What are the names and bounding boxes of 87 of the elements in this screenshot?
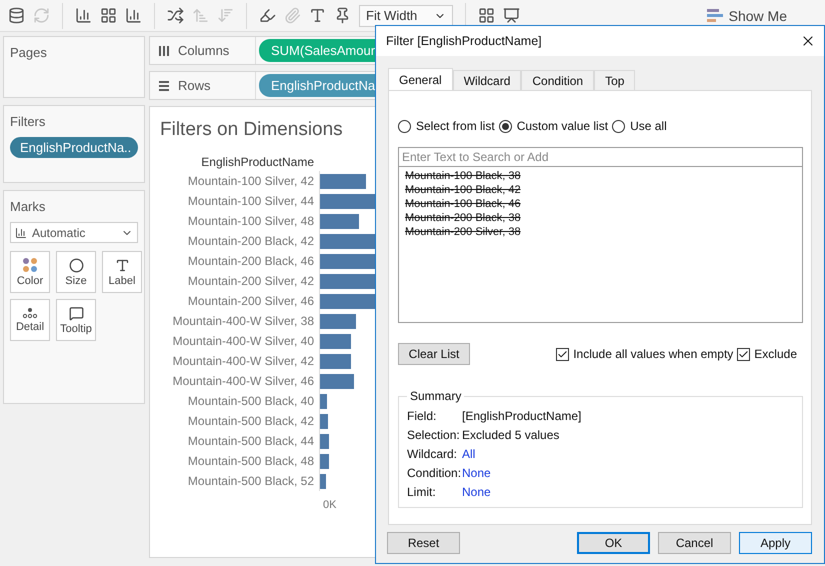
dialog-button[interactable]: OK xyxy=(577,532,650,554)
card-title: Filters xyxy=(10,114,46,129)
radio-button[interactable] xyxy=(498,120,512,132)
row-label: Mountain-100 Silver, 44 xyxy=(186,193,314,210)
dialog-button[interactable]: Cancel xyxy=(658,532,731,554)
row-label: Mountain-400-W Silver, 38 xyxy=(172,313,314,330)
dialog-title: Filter [EnglishProductName] xyxy=(386,34,542,48)
clear-list-button[interactable]: Clear List xyxy=(398,343,470,365)
dots-icon xyxy=(22,307,38,319)
list-item[interactable]: Mountain-200 Silver, 38 xyxy=(405,225,521,239)
row-label: Mountain-200 Silver, 46 xyxy=(186,293,314,310)
column-header: EnglishProductName xyxy=(200,155,314,171)
shelf-label: Columns xyxy=(150,37,256,64)
fit-dropdown[interactable]: Fit Width xyxy=(359,4,453,26)
row-label: Mountain-500 Black, 40 xyxy=(186,393,314,410)
list-item[interactable]: Mountain-200 Black, 38 xyxy=(405,211,521,225)
summary-label: Field: xyxy=(407,409,438,423)
mark-type-dropdown[interactable]: Automatic xyxy=(10,222,138,243)
summary-label: Selection: xyxy=(407,428,461,442)
card-title: Pages xyxy=(10,45,48,60)
card-title: Marks xyxy=(10,199,46,214)
checkbox[interactable] xyxy=(737,348,750,360)
columns-icon xyxy=(158,44,170,56)
mark-button[interactable]: Label xyxy=(102,251,142,293)
checkbox-label: Exclude xyxy=(754,347,797,361)
checkbox[interactable] xyxy=(556,348,570,360)
checkbox-label: Include all values when empty xyxy=(573,347,734,361)
tab[interactable]: Wildcard xyxy=(452,70,522,90)
bar-chart-icon xyxy=(15,226,27,238)
tab[interactable]: General xyxy=(388,68,453,90)
list-item[interactable]: Mountain-100 Black, 42 xyxy=(405,183,521,197)
mark-button[interactable]: Size xyxy=(56,251,96,293)
rows-icon xyxy=(158,80,170,92)
mark-button[interactable]: Color xyxy=(10,251,50,293)
paperclip-icon[interactable] xyxy=(284,7,301,24)
axis-tick: 0K xyxy=(323,499,336,511)
search-field[interactable]: Enter Text to Search or Add xyxy=(398,147,803,167)
summary-link[interactable]: None xyxy=(462,485,491,499)
presentation-icon[interactable] xyxy=(503,7,520,24)
highlighter-icon[interactable] xyxy=(259,7,276,24)
text-icon xyxy=(114,258,130,272)
database-icon[interactable] xyxy=(8,7,25,24)
row-label: Mountain-400-W Silver, 46 xyxy=(172,373,314,390)
summary-label: Condition: xyxy=(407,466,462,480)
shelf-label: Rows xyxy=(150,72,256,99)
row-label: Mountain-100 Silver, 42 xyxy=(186,173,314,190)
radio-button[interactable] xyxy=(398,120,411,132)
row-label: Mountain-400-W Silver, 40 xyxy=(172,333,314,350)
swap-icon[interactable] xyxy=(167,7,184,24)
radio-button[interactable] xyxy=(612,120,626,132)
cards-icon[interactable] xyxy=(478,7,495,24)
view-title: Filters on Dimensions xyxy=(160,119,343,141)
radio-label: Use all xyxy=(630,119,667,133)
speech-bubble-icon xyxy=(68,306,84,320)
row-label: Mountain-200 Black, 42 xyxy=(186,233,314,250)
text-icon[interactable] xyxy=(309,7,326,24)
tab[interactable]: Condition xyxy=(521,70,594,90)
summary-link[interactable]: All xyxy=(462,447,476,461)
row-label: Mountain-400-W Silver, 42 xyxy=(172,353,314,370)
filter-pill[interactable]: EnglishProductNa.. xyxy=(10,137,138,158)
radio-label: Custom value list xyxy=(516,119,608,133)
circles-icon xyxy=(68,258,84,272)
dialog-button[interactable]: Reset xyxy=(387,532,460,554)
row-label: Mountain-100 Silver, 48 xyxy=(186,213,314,230)
summary-link[interactable]: None xyxy=(462,466,491,480)
row-label: Mountain-200 Black, 46 xyxy=(186,253,314,270)
row-label: Mountain-500 Black, 52 xyxy=(186,473,314,490)
row-label: Mountain-500 Black, 48 xyxy=(186,453,314,470)
list-item[interactable]: Mountain-100 Black, 38 xyxy=(405,169,521,183)
summary-value: [EnglishProductName] xyxy=(462,409,582,423)
list-item[interactable]: Mountain-100 Black, 46 xyxy=(405,197,521,211)
dialog-button[interactable]: Apply xyxy=(739,532,812,554)
mark-button[interactable]: Detail xyxy=(10,299,50,341)
pin-icon[interactable] xyxy=(334,7,351,24)
mark-button[interactable]: Tooltip xyxy=(56,299,96,341)
show-me-button[interactable]: Show Me xyxy=(706,8,787,24)
summary-value: Excluded 5 values xyxy=(462,428,560,442)
summary-title: Summary xyxy=(409,389,462,403)
row-label: Mountain-200 Silver, 42 xyxy=(186,273,314,290)
tab[interactable]: Top xyxy=(594,70,636,90)
row-label: Mountain-500 Black, 44 xyxy=(186,433,314,450)
bars-icon xyxy=(706,8,723,24)
summary-label: Wildcard: xyxy=(407,447,458,461)
summary-label: Limit: xyxy=(407,485,437,499)
row-label: Mountain-500 Black, 42 xyxy=(186,413,314,430)
color-dots-icon xyxy=(22,257,38,273)
radio-label: Select from list xyxy=(416,119,495,133)
